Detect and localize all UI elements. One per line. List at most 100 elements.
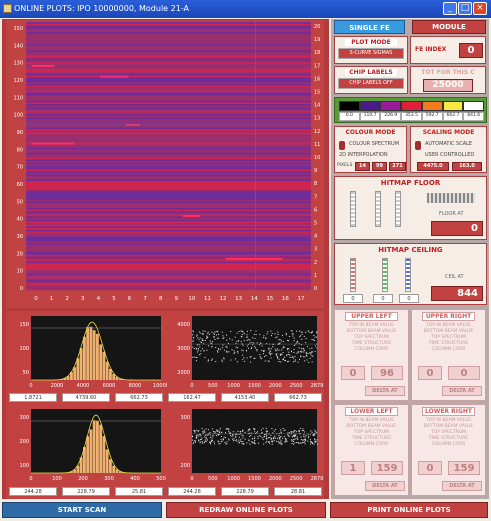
scatter-point <box>283 436 285 438</box>
quadrant-value-1[interactable]: 0 <box>418 461 442 475</box>
scatter-point <box>207 429 209 431</box>
stat-field[interactable]: 28.81 <box>274 487 322 496</box>
upper-scatter[interactable]: 4000 3000 2000 0 500 1000 1500 2000 2500 2879 <box>168 312 323 392</box>
hitmap-plot[interactable]: 1501401301201101009080706050403020100201… <box>6 20 324 308</box>
stat-field[interactable]: 244.28 <box>9 487 57 496</box>
quadrant-delta-button[interactable]: DELTA AT <box>365 481 405 491</box>
quadrant-value-2[interactable]: 96 <box>371 366 403 380</box>
close-button[interactable]: × <box>473 2 487 15</box>
lower-scatter[interactable]: 3002000 500 1000 1500 2000 2500 2879 <box>168 405 323 485</box>
quadrant-option[interactable]: COLUMN CORR <box>335 347 408 353</box>
ceiling-slider-blue[interactable] <box>405 258 411 292</box>
stat-field[interactable]: 244.28 <box>168 487 216 496</box>
scale-max-value[interactable]: 4475.0 <box>417 162 449 171</box>
stat-field[interactable]: 4739.60 <box>62 393 110 402</box>
stat-field[interactable]: 162.47 <box>168 393 216 402</box>
ceiling-field-3[interactable]: 0 <box>399 294 419 303</box>
quadrant-value-1[interactable]: 0 <box>341 366 365 380</box>
scale-min-value[interactable]: 163.0 <box>452 162 482 171</box>
ceiling-field-1[interactable]: 0 <box>343 294 363 303</box>
pixels-value-1[interactable]: 14 <box>355 162 370 171</box>
scatter-point <box>193 442 195 444</box>
scatter-point <box>206 335 208 337</box>
lower-fields: 244.28 228.79 25.81 244.28 228.79 28.81 <box>7 487 325 497</box>
upper-histogram[interactable]: 150 100 50 0 2000 4000 6000 8000 10000 <box>7 312 167 392</box>
plot-area <box>192 409 317 473</box>
quadrant-value-1[interactable]: 1 <box>341 461 365 475</box>
scatter-point <box>204 330 206 332</box>
floor-slider-2[interactable] <box>375 191 381 227</box>
scatter-point <box>240 336 242 338</box>
plot-mode-select[interactable]: S-CURVE SIGMAS <box>338 48 404 59</box>
tot-value[interactable]: 25000 <box>423 79 473 92</box>
scatter-point <box>229 338 231 340</box>
scatter-point <box>302 439 304 441</box>
scatter-point <box>248 440 250 442</box>
quadrant-value-2[interactable]: 159 <box>371 461 403 475</box>
floor-slider-1[interactable] <box>350 191 356 227</box>
scatter-point <box>316 332 318 334</box>
scatter-point <box>303 351 305 353</box>
scatter-point <box>198 430 200 432</box>
print-online-plots-button[interactable]: PRINT ONLINE PLOTS <box>330 502 488 518</box>
quadrant-option[interactable]: COLUMN CORR <box>412 442 485 448</box>
ceiling-value[interactable]: 844 <box>431 286 483 301</box>
stat-field[interactable]: 25.81 <box>115 487 163 496</box>
scatter-point <box>200 435 202 437</box>
window-titlebar: ONLINE PLOTS: IPO 10000000, Module 21-A … <box>0 0 491 18</box>
quadrant-option[interactable]: COLUMN CORR <box>412 347 485 353</box>
hitmap-x-tick: 9 <box>175 296 179 302</box>
chip-labels-select[interactable]: CHIP LABELS OFF <box>338 78 404 89</box>
scaling-mode-box: SCALING MODE AUTOMATIC SCALE USER CONTRO… <box>410 126 487 173</box>
colour-mode-toggle-icon[interactable] <box>339 141 345 150</box>
pixels-value-2[interactable]: 99 <box>372 162 387 171</box>
floor-value[interactable]: 0 <box>431 221 483 236</box>
stat-field[interactable]: 1.8721 <box>9 393 57 402</box>
module-button[interactable]: MODULE <box>412 20 486 34</box>
quadrant-option[interactable]: COLUMN CORR <box>335 442 408 448</box>
colorbar-labels: 0.0 110.7 226.9 353.5 592.7 662.7 841.6 <box>339 112 485 121</box>
scatter-point <box>235 434 237 436</box>
quadrant-value-2[interactable]: 159 <box>448 461 480 475</box>
scatter-point <box>203 431 205 433</box>
hitmap-y-right-tick: 18 <box>314 50 320 56</box>
scatter-point <box>291 443 293 445</box>
quadrant-delta-button[interactable]: DELTA AT <box>365 386 405 396</box>
scatter-point <box>199 439 201 441</box>
stat-field[interactable]: 228.79 <box>221 487 269 496</box>
floor-slider-3[interactable] <box>395 191 401 227</box>
quadrant-delta-button[interactable]: DELTA AT <box>442 386 482 396</box>
lower-histogram[interactable]: 300 200 100 0 100 200 300 400 500 <box>7 405 167 485</box>
quadrant-delta-button[interactable]: DELTA AT <box>442 481 482 491</box>
quadrant-value-1[interactable]: 0 <box>418 366 442 380</box>
start-scan-button[interactable]: START SCAN <box>2 502 162 518</box>
single-fe-button[interactable]: SINGLE FE <box>334 20 405 34</box>
scatter-point <box>279 339 281 341</box>
scatter-point <box>301 430 303 432</box>
redraw-online-plots-button[interactable]: REDRAW ONLINE PLOTS <box>166 502 326 518</box>
minimize-button[interactable]: _ <box>443 2 457 15</box>
scatter-point <box>203 429 205 431</box>
ceiling-slider-green[interactable] <box>382 258 388 292</box>
colorbar-label: 353.5 <box>401 112 422 121</box>
scatter-point <box>279 354 281 356</box>
scatter-point <box>278 339 280 341</box>
stat-field[interactable]: 4153.40 <box>221 393 269 402</box>
hitmap-y-right-tick: 5 <box>314 221 317 227</box>
maximize-button[interactable]: □ <box>458 2 472 15</box>
scatter-point <box>222 337 224 339</box>
stat-field[interactable]: 662.73 <box>115 393 163 402</box>
histogram-bar <box>86 436 90 473</box>
ceiling-slider-red[interactable] <box>350 258 356 292</box>
scatter-point <box>232 440 234 442</box>
hitmap-x-tick: 1 <box>50 296 54 302</box>
scatter-point <box>286 355 288 357</box>
stat-field[interactable]: 662.73 <box>274 393 322 402</box>
stat-field[interactable]: 228.79 <box>62 487 110 496</box>
ceiling-field-2[interactable]: 0 <box>373 294 393 303</box>
quadrant-value-2[interactable]: 0 <box>448 366 480 380</box>
scatter-point <box>282 427 284 429</box>
pixels-value-3[interactable]: 271 <box>389 162 406 171</box>
scaling-mode-toggle-icon[interactable] <box>415 141 421 150</box>
fe-index-value[interactable]: 0 <box>459 43 483 58</box>
